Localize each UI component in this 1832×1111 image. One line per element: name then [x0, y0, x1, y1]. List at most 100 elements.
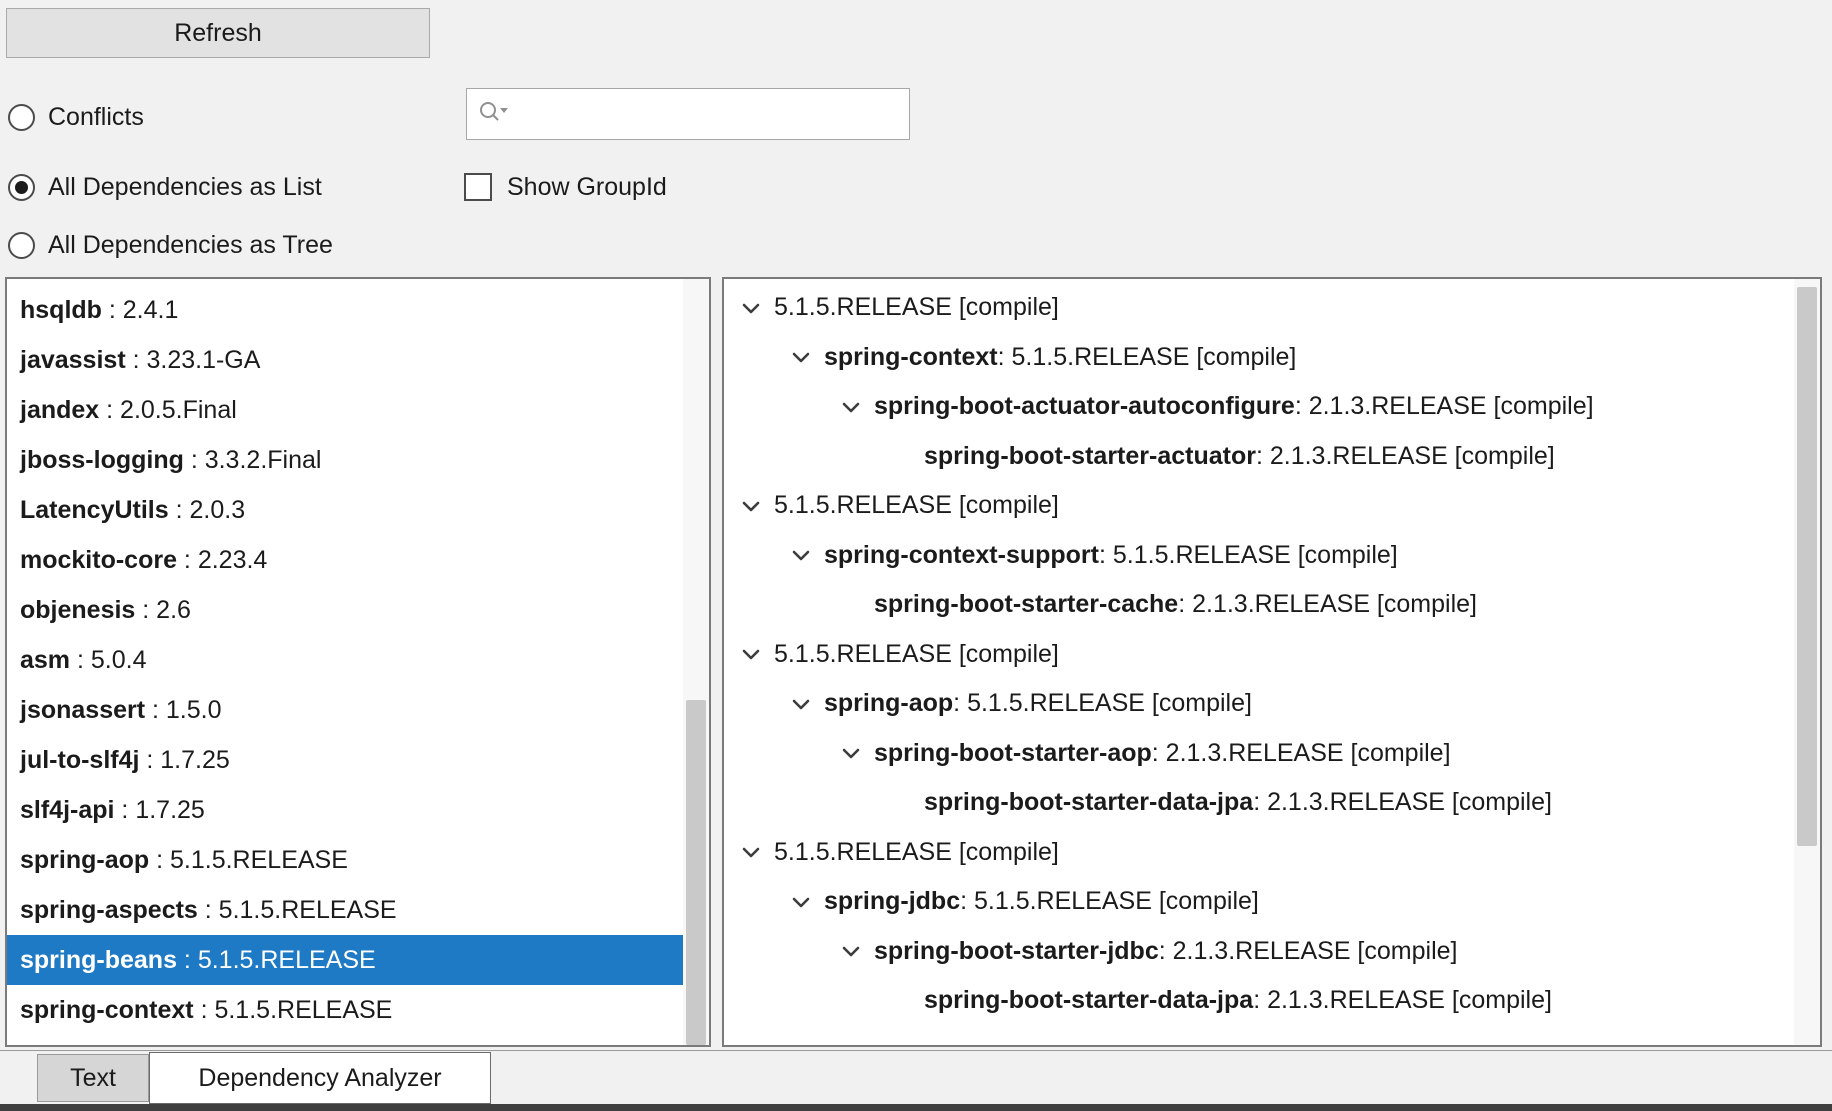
tree-node[interactable]: 5.1.5.RELEASE [compile]: [724, 828, 1794, 878]
dependency-name: spring-boot-starter-aop: [874, 739, 1152, 768]
dependency-version: : 2.6: [135, 596, 191, 624]
list-item[interactable]: slf4j-api : 1.7.25: [7, 785, 683, 835]
radio-all-dependencies-as-list[interactable]: All Dependencies as List: [8, 171, 322, 203]
dependency-name: slf4j-api: [20, 796, 114, 824]
tree-node[interactable]: spring-aop : 5.1.5.RELEASE [compile]: [724, 679, 1794, 729]
dependency-list: hsqldb : 2.4.1 javassist : 3.23.1-GA jan…: [7, 285, 683, 1035]
chevron-down-icon[interactable]: [778, 888, 824, 916]
chevron-down-icon[interactable]: [728, 640, 774, 668]
dependency-name: jsonassert: [20, 696, 145, 724]
list-item[interactable]: mockito-core : 2.23.4: [7, 535, 683, 585]
radio-conflicts[interactable]: Conflicts: [8, 101, 144, 133]
dependency-version: : 2.23.4: [177, 546, 267, 574]
dependency-name: spring-boot-starter-actuator: [924, 442, 1256, 471]
chevron-down-icon[interactable]: [828, 393, 874, 421]
list-item[interactable]: jandex : 2.0.5.Final: [7, 385, 683, 435]
dependency-name: spring-context-support: [824, 541, 1099, 570]
dependency-name: spring-context: [20, 996, 194, 1024]
tree-node[interactable]: spring-context-support : 5.1.5.RELEASE […: [724, 531, 1794, 581]
tree-node[interactable]: spring-boot-starter-jdbc : 2.1.3.RELEASE…: [724, 927, 1794, 977]
dependency-version: : 5.1.5.RELEASE [compile]: [960, 887, 1259, 916]
dependency-version: : 1.7.25: [114, 796, 204, 824]
dependency-version: : 5.1.5.RELEASE: [177, 946, 376, 974]
list-item[interactable]: spring-aspects : 5.1.5.RELEASE: [7, 885, 683, 935]
list-item[interactable]: hsqldb : 2.4.1: [7, 285, 683, 335]
chevron-down-icon[interactable]: [778, 541, 824, 569]
tree-node[interactable]: spring-boot-starter-aop : 2.1.3.RELEASE …: [724, 729, 1794, 779]
checkbox-icon[interactable]: [464, 173, 492, 201]
tree-node[interactable]: spring-boot-starter-data-jpa : 2.1.3.REL…: [724, 778, 1794, 828]
tree-node[interactable]: 5.1.5.RELEASE [compile]: [724, 630, 1794, 680]
dependency-name: jboss-logging: [20, 446, 184, 474]
show-groupid-checkbox[interactable]: Show GroupId: [464, 171, 667, 203]
tree-node[interactable]: 5.1.5.RELEASE [compile]: [724, 481, 1794, 531]
bottom-tab-bar: Text Dependency Analyzer: [0, 1050, 1832, 1104]
tab-dependency-analyzer[interactable]: Dependency Analyzer: [149, 1052, 491, 1104]
dependency-name: spring-aspects: [20, 896, 198, 924]
dependency-version: : 3.23.1-GA: [126, 346, 261, 374]
chevron-down-icon[interactable]: [728, 838, 774, 866]
tree-node[interactable]: spring-context : 5.1.5.RELEASE [compile]: [724, 333, 1794, 383]
tree-node[interactable]: spring-jdbc : 5.1.5.RELEASE [compile]: [724, 877, 1794, 927]
tree-node[interactable]: spring-boot-starter-data-jpa : 2.1.3.REL…: [724, 976, 1794, 1026]
dependency-name: jul-to-slf4j: [20, 746, 139, 774]
dependency-version: : 5.1.5.RELEASE: [198, 896, 397, 924]
dependency-tree-panel: 5.1.5.RELEASE [compile] spring-context :…: [722, 277, 1822, 1047]
window-bottom-edge: [0, 1104, 1832, 1111]
dependency-version: : 5.1.5.RELEASE: [149, 846, 348, 874]
chevron-down-icon[interactable]: [728, 492, 774, 520]
dependency-name: spring-boot-starter-jdbc: [874, 937, 1159, 966]
dependency-list-panel: hsqldb : 2.4.1 javassist : 3.23.1-GA jan…: [5, 277, 711, 1047]
refresh-button[interactable]: Refresh: [6, 8, 430, 58]
radio-list-label: All Dependencies as List: [48, 173, 322, 202]
chevron-down-icon[interactable]: [778, 343, 824, 371]
list-item[interactable]: jsonassert : 1.5.0: [7, 685, 683, 735]
scrollbar-thumb[interactable]: [1797, 287, 1817, 846]
dependency-version: : 5.1.5.RELEASE [compile]: [1099, 541, 1398, 570]
radio-circle-icon[interactable]: [8, 174, 35, 201]
list-item[interactable]: jboss-logging : 3.3.2.Final: [7, 435, 683, 485]
show-groupid-label: Show GroupId: [507, 173, 667, 202]
chevron-down-icon[interactable]: [828, 739, 874, 767]
dependency-version: 5.1.5.RELEASE [compile]: [774, 293, 1059, 322]
vertical-scrollbar[interactable]: [1794, 279, 1820, 1045]
list-item[interactable]: asm : 5.0.4: [7, 635, 683, 685]
chevron-down-icon[interactable]: [728, 294, 774, 322]
list-item[interactable]: javassist : 3.23.1-GA: [7, 335, 683, 385]
list-item[interactable]: objenesis : 2.6: [7, 585, 683, 635]
chevron-down-icon[interactable]: [778, 690, 824, 718]
dependency-version: : 2.1.3.RELEASE [compile]: [1295, 392, 1594, 421]
dependency-version: : 2.4.1: [102, 296, 178, 324]
dependency-version: : 2.1.3.RELEASE [compile]: [1253, 788, 1552, 817]
dependency-version: 5.1.5.RELEASE [compile]: [774, 838, 1059, 867]
list-item-selected[interactable]: spring-beans : 5.1.5.RELEASE: [7, 935, 683, 985]
dependency-version: : 2.0.5.Final: [99, 396, 237, 424]
dependency-version: 5.1.5.RELEASE [compile]: [774, 491, 1059, 520]
dependency-name: LatencyUtils: [20, 496, 169, 524]
tree-node[interactable]: spring-boot-starter-cache : 2.1.3.RELEAS…: [724, 580, 1794, 630]
radio-circle-icon[interactable]: [8, 232, 35, 259]
list-item[interactable]: LatencyUtils : 2.0.3: [7, 485, 683, 535]
indent-spacer: [878, 789, 924, 817]
chevron-down-icon[interactable]: [828, 937, 874, 965]
radio-tree-label: All Dependencies as Tree: [48, 231, 333, 260]
tree-node[interactable]: spring-boot-actuator-autoconfigure : 2.1…: [724, 382, 1794, 432]
dependency-name: spring-beans: [20, 946, 177, 974]
radio-all-dependencies-as-tree[interactable]: All Dependencies as Tree: [8, 229, 333, 261]
search-box[interactable]: [466, 88, 910, 140]
dependency-version: : 5.1.5.RELEASE [compile]: [953, 689, 1252, 718]
dependency-name: spring-aop: [824, 689, 953, 718]
list-item[interactable]: jul-to-slf4j : 1.7.25: [7, 735, 683, 785]
scrollbar-thumb[interactable]: [686, 700, 706, 1045]
tree-node[interactable]: spring-boot-starter-actuator : 2.1.3.REL…: [724, 432, 1794, 482]
tree-node[interactable]: 5.1.5.RELEASE [compile]: [724, 283, 1794, 333]
radio-circle-icon[interactable]: [8, 104, 35, 131]
search-icon[interactable]: [477, 99, 511, 130]
list-item[interactable]: spring-aop : 5.1.5.RELEASE: [7, 835, 683, 885]
list-item[interactable]: spring-context : 5.1.5.RELEASE: [7, 985, 683, 1035]
dependency-name: spring-jdbc: [824, 887, 960, 916]
vertical-scrollbar[interactable]: [683, 279, 709, 1045]
dependency-name: spring-context: [824, 343, 998, 372]
search-input[interactable]: [511, 89, 909, 139]
tab-text[interactable]: Text: [37, 1054, 149, 1102]
